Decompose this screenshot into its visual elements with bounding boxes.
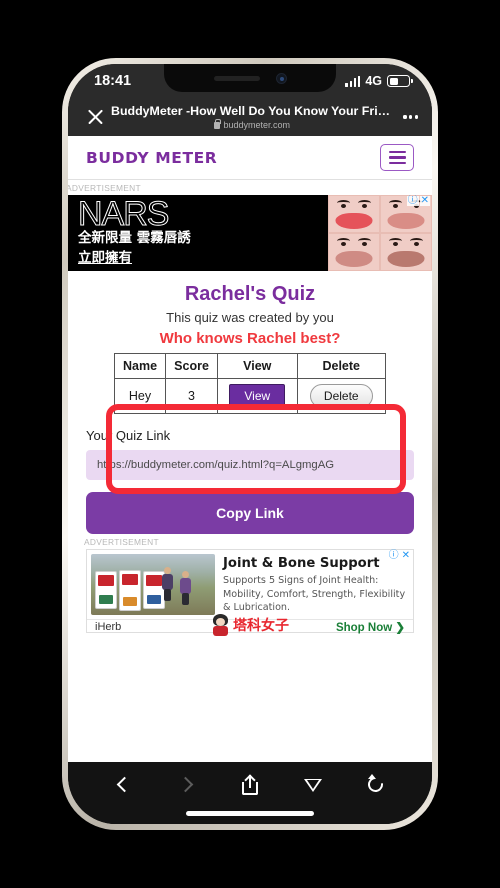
speaker-grille (213, 75, 260, 81)
results-table: Name Score View Delete Hey 3 View Delete (113, 353, 386, 414)
adchoices-controls[interactable]: ⓘ ✕ (406, 196, 430, 206)
table-header-row: Name Score View Delete (113, 353, 386, 379)
forward-icon (174, 772, 200, 798)
quiz-question: Who knows Rachel best? (159, 330, 341, 347)
front-camera-icon (275, 72, 287, 84)
iherb-ad-footer: iHerb 塔科女子 Shop Now ❯ (87, 613, 413, 636)
quiz-link-field[interactable]: https://buddymeter.com/quiz.html?q=ALgmg… (86, 450, 414, 480)
view-button[interactable]: View (229, 384, 286, 408)
nars-ad-copy: NARS 全新限量 雲霧唇誘 立即擁有 (68, 195, 328, 271)
cell-name: Hey (113, 378, 167, 414)
quiz-title: Rachel's Quiz (184, 283, 316, 305)
battery-icon (387, 75, 413, 87)
ad-label-top: ADVERTISEMENT (68, 180, 432, 195)
lip-image (328, 233, 380, 271)
header-center: BuddyMeter -How Well Do You Know Your Fr… (105, 104, 399, 129)
phone-frame: 18:41 4G BuddyMeter -How Well Do You Kno… (62, 58, 438, 830)
results-table-wrapper: Name Score View Delete Hey 3 View Delete (86, 353, 414, 414)
column-header-view: View (217, 353, 298, 379)
close-icon[interactable] (86, 108, 105, 127)
share-icon[interactable] (237, 772, 263, 798)
web-content: BUDDY METER ADVERTISEMENT NARS 全新限量 雲霧唇誘… (68, 136, 432, 762)
status-time: 18:41 (94, 73, 132, 89)
brand-logo[interactable]: BUDDY METER (86, 149, 217, 167)
watermark-avatar-icon (211, 613, 230, 636)
page-title: BuddyMeter -How Well Do You Know Your Fr… (111, 104, 394, 119)
ad-close-icon[interactable]: ✕ (400, 551, 411, 561)
browser-header: BuddyMeter -How Well Do You Know Your Fr… (68, 98, 432, 136)
iherb-ad-body: Joint & Bone Support Supports 5 Signs of… (87, 550, 413, 619)
signal-strength-icon (345, 75, 361, 87)
ad-label-bottom: ADVERTISEMENT (84, 534, 414, 549)
site-navbar: BUDDY METER (68, 136, 432, 180)
shop-now-button[interactable]: Shop Now ❯ (336, 620, 405, 634)
cell-view: View (217, 378, 298, 414)
table-row: Hey 3 View Delete (113, 378, 386, 414)
column-header-score: Score (165, 353, 219, 379)
nars-cta[interactable]: 立即擁有 (78, 246, 328, 266)
iherb-brand-label: iHerb (95, 620, 122, 633)
send-icon[interactable] (300, 772, 326, 798)
reload-icon[interactable] (363, 772, 389, 798)
iherb-description: Supports 5 Signs of Joint Health: Mobili… (223, 575, 406, 614)
quiz-link-label: Your Quiz Link (86, 428, 171, 443)
lip-image (380, 233, 432, 271)
watermark: 塔科女子 (211, 613, 289, 636)
cell-delete: Delete (296, 378, 386, 414)
lock-icon (214, 118, 222, 130)
column-header-name: Name (113, 353, 167, 379)
ad-close-icon[interactable]: ✕ (419, 196, 430, 206)
delete-button[interactable]: Delete (309, 384, 373, 408)
iherb-headline: Joint & Bone Support (223, 556, 380, 571)
status-indicators: 4G (345, 74, 413, 88)
iherb-product-image (91, 554, 215, 615)
back-icon[interactable] (111, 772, 137, 798)
phone-screen: 18:41 4G BuddyMeter -How Well Do You Kno… (68, 64, 432, 824)
hamburger-menu-icon[interactable] (380, 144, 414, 171)
ad-info-icon[interactable]: ⓘ (387, 551, 400, 561)
quiz-subtitle: This quiz was created by you (166, 310, 334, 325)
url-text: buddymeter.com (223, 119, 290, 130)
url-bar[interactable]: buddymeter.com (111, 118, 393, 130)
more-options-icon[interactable] (399, 115, 418, 119)
home-indicator[interactable] (186, 811, 314, 816)
network-type-label: 4G (365, 74, 382, 88)
ad-info-icon[interactable]: ⓘ (406, 196, 419, 206)
lip-image (328, 195, 380, 233)
nars-advertisement[interactable]: NARS 全新限量 雲霧唇誘 立即擁有 ⓘ ✕ (68, 195, 432, 271)
watermark-text: 塔科女子 (233, 617, 289, 634)
notch (164, 64, 336, 92)
nars-ad-image (328, 195, 432, 271)
nars-headline: 全新限量 雲霧唇誘 (78, 230, 191, 247)
iherb-ad-text: Joint & Bone Support Supports 5 Signs of… (221, 554, 409, 615)
copy-link-button[interactable]: Copy Link (86, 492, 414, 534)
column-header-delete: Delete (296, 353, 386, 379)
cell-score: 3 (165, 378, 219, 414)
adchoices-controls[interactable]: ⓘ ✕ (387, 551, 411, 561)
quiz-section: Rachel's Quiz This quiz was created by y… (68, 271, 432, 636)
iherb-advertisement[interactable]: ⓘ ✕ Joint & Bone Support Supports 5 Sign… (86, 549, 414, 636)
